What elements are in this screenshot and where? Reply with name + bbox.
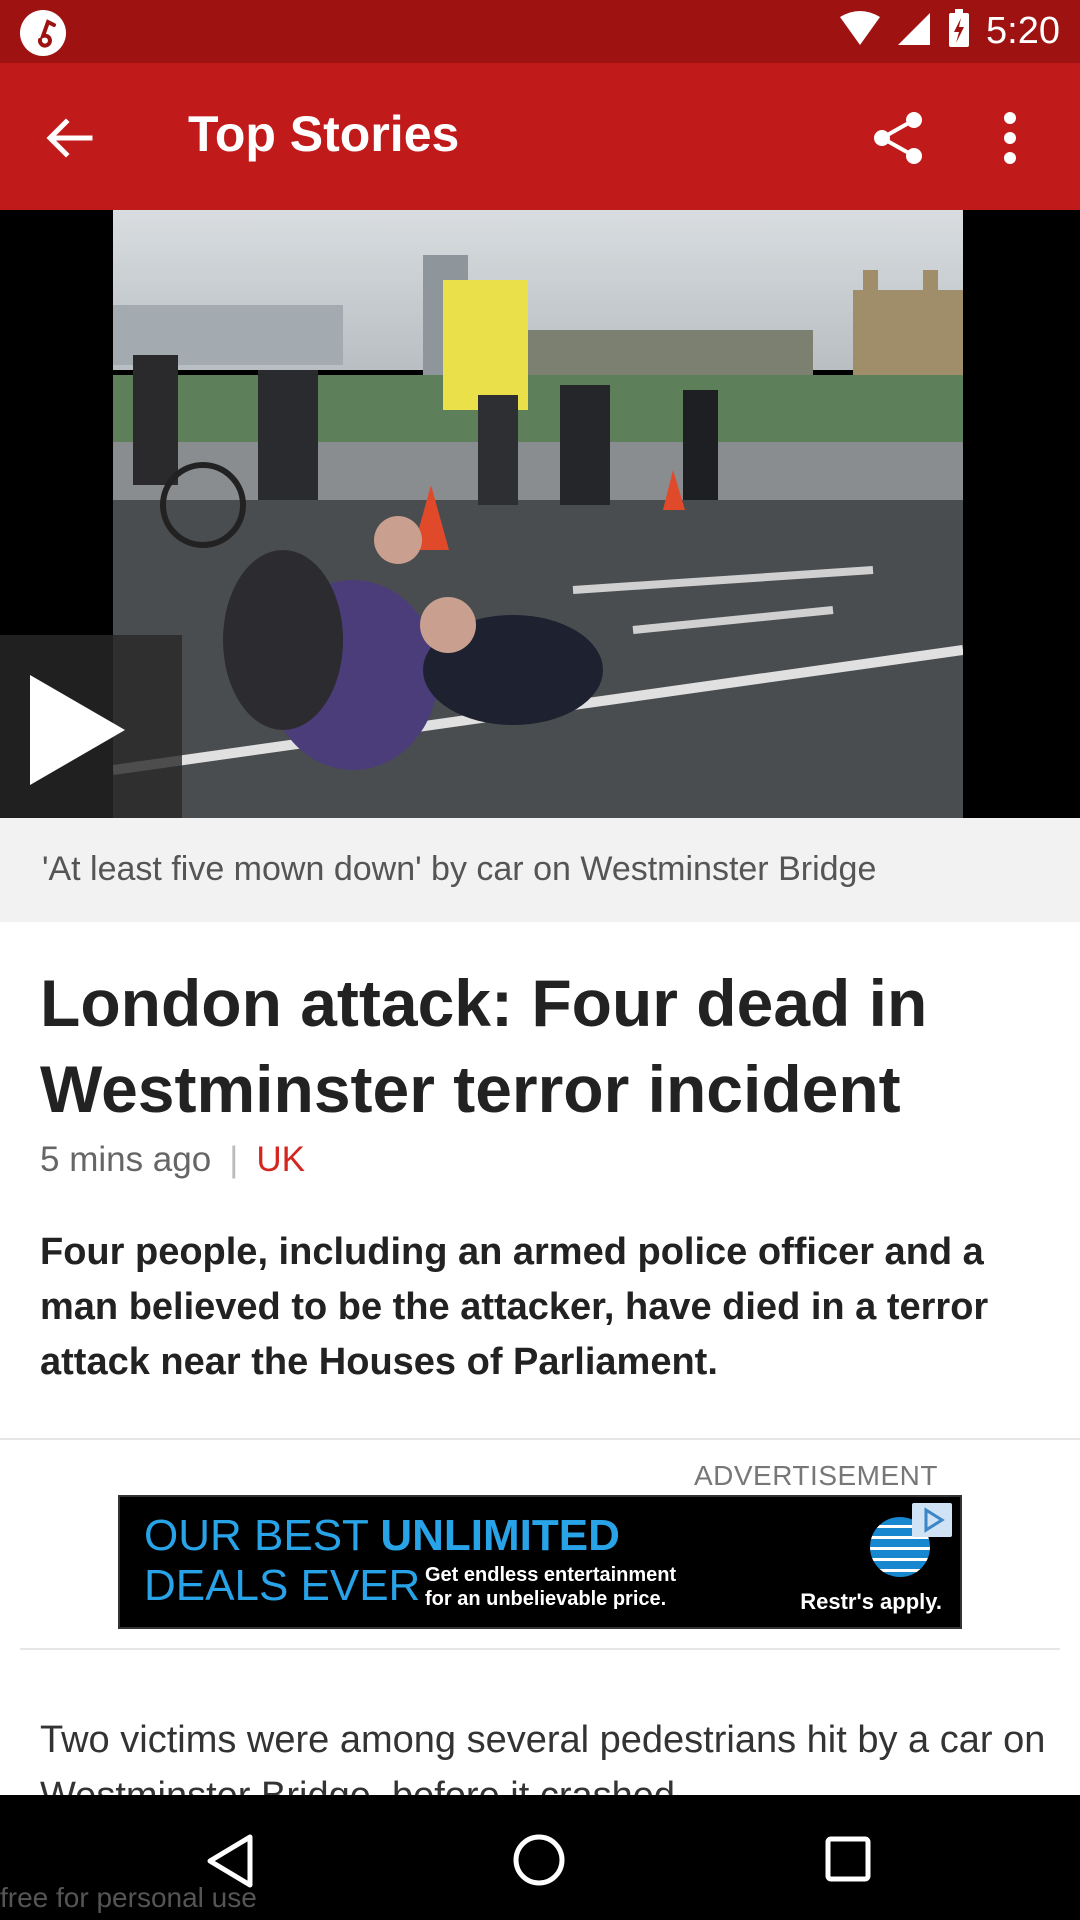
article-headline: London attack: Four dead in Westminster …: [40, 966, 928, 1126]
nav-recents-icon: [825, 1836, 871, 1882]
share-icon: [874, 112, 922, 164]
status-time: 5:20: [986, 10, 1060, 52]
ad-choices-icon[interactable]: [912, 1503, 952, 1537]
video-caption: 'At least five mown down' by car on West…: [42, 850, 877, 888]
ad-subtext: Get endless entertainment for an unbelie…: [425, 1563, 676, 1611]
divider: [20, 1648, 1060, 1650]
more-options-button[interactable]: [970, 103, 1050, 173]
advertisement-label: ADVERTISEMENT: [693, 1460, 938, 1491]
watermark: free for personal use: [0, 1882, 257, 1913]
ad-headline-prefix: OUR BEST: [144, 1511, 381, 1560]
page-title: Top Stories: [188, 106, 460, 162]
divider: [0, 1438, 1080, 1440]
battery-charging-icon: [946, 9, 972, 54]
ad-restrictions: Restr's apply.: [800, 1589, 942, 1614]
ad-headline-bold: UNLIMITED: [380, 1511, 620, 1560]
more-vert-icon: [1004, 112, 1016, 164]
advertisement-banner[interactable]: OUR BEST UNLIMITED DEALS EVER Get endles…: [118, 1495, 962, 1629]
article-summary: Four people, including an armed police o…: [40, 1231, 989, 1383]
timestamp: 5 mins ago: [40, 1140, 212, 1179]
wifi-icon: [838, 11, 882, 52]
play-button[interactable]: [0, 635, 182, 818]
ad-subtext-line1: Get endless entertainment: [425, 1564, 677, 1586]
nav-recents-button[interactable]: [818, 1829, 878, 1889]
back-button[interactable]: [30, 103, 110, 173]
system-nav-bar: free for personal use: [0, 1795, 1080, 1920]
play-icon: [30, 675, 125, 785]
ad-headline-line1: OUR BEST UNLIMITED: [144, 1511, 620, 1561]
video-player[interactable]: [0, 210, 1080, 818]
ad-headline-line2: DEALS EVER: [144, 1561, 421, 1610]
article-meta: 5 mins ago | UK: [40, 1140, 305, 1180]
share-button[interactable]: [858, 103, 938, 173]
nav-home-button[interactable]: [508, 1829, 570, 1891]
ad-subtext-line2: for an unbelievable price.: [425, 1588, 667, 1610]
meta-separator: |: [229, 1140, 239, 1179]
status-icons: 5:20: [838, 0, 1060, 63]
section-link[interactable]: UK: [256, 1140, 305, 1179]
back-arrow-icon: [46, 118, 93, 158]
status-bar: 5:20: [0, 0, 1080, 63]
video-thumbnail: [113, 210, 963, 818]
app-bar: Top Stories: [0, 63, 1080, 210]
nav-home-icon: [513, 1834, 565, 1886]
app-notification-icon: [20, 10, 66, 56]
video-caption-bar: 'At least five mown down' by car on West…: [0, 818, 1080, 922]
signal-icon: [896, 11, 932, 52]
